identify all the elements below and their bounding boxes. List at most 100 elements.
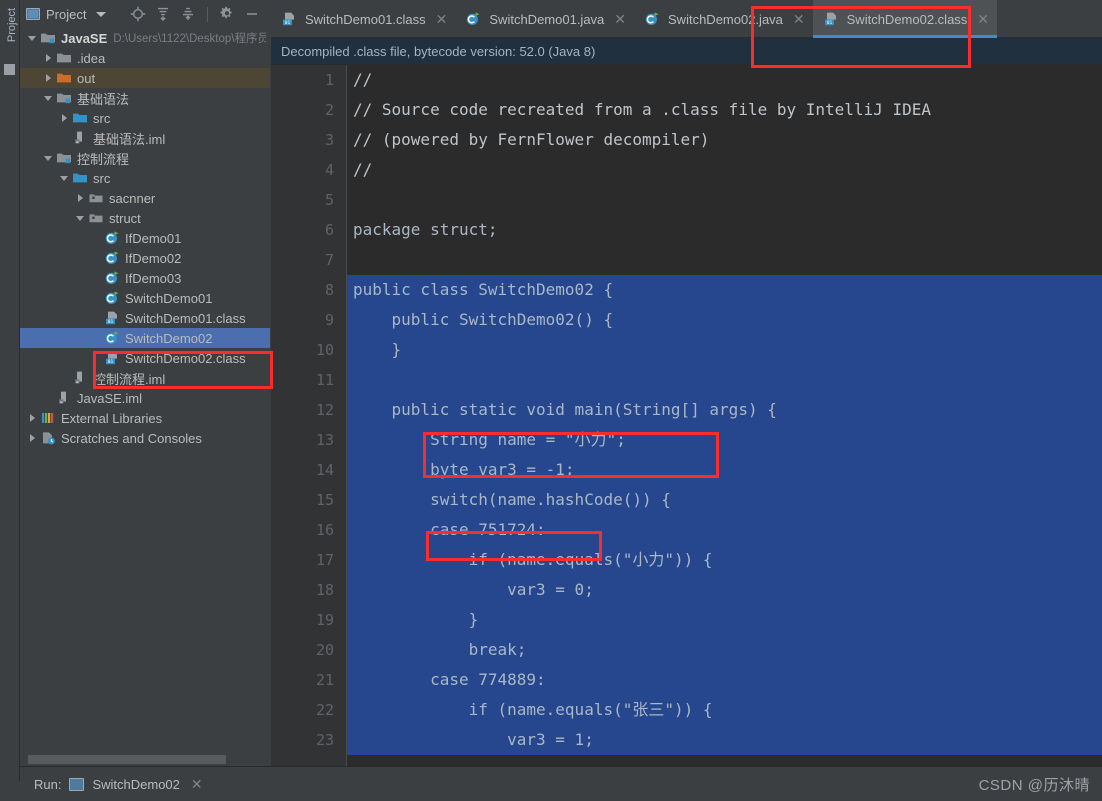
- tree-node-external-libraries[interactable]: External Libraries: [20, 408, 270, 428]
- tree-node-switchdemo02[interactable]: SwitchDemo02: [20, 328, 270, 348]
- tree-node-switchdemo01[interactable]: SwitchDemo01: [20, 288, 270, 308]
- tree-node-[interactable]: 基础语法: [20, 88, 270, 108]
- tree-node-out[interactable]: out: [20, 68, 270, 88]
- line-number-gutter: 1 2 3 4 5 6 7 8 9 10 11 12 13 14 15 16 17 18 19 20 21 22 23: [271, 65, 347, 766]
- tree-node-switchdemo01-class[interactable]: 01 SwitchDemo01.class: [20, 308, 270, 328]
- collapse-all-icon[interactable]: [180, 6, 196, 22]
- tree-node-label: 控制流程: [77, 151, 130, 167]
- close-icon[interactable]: ✕: [793, 12, 805, 26]
- chevron-down-icon[interactable]: [72, 208, 88, 228]
- chevron-right-icon[interactable]: [24, 428, 40, 448]
- minimize-icon[interactable]: [244, 6, 260, 22]
- run-config-name[interactable]: SwitchDemo02: [92, 777, 179, 792]
- code-line[interactable]: String name = "小力";: [347, 425, 1102, 455]
- code-line[interactable]: //: [347, 155, 1102, 185]
- code-line[interactable]: public static void main(String[] args) {: [347, 395, 1102, 425]
- class-file-icon: 01: [104, 310, 120, 326]
- code-line[interactable]: // (powered by FernFlower decompiler): [347, 125, 1102, 155]
- tree-node-label: Scratches and Consoles: [61, 430, 202, 446]
- chevron-right-icon[interactable]: [40, 48, 56, 68]
- tree-node-ifdemo01[interactable]: IfDemo01: [20, 228, 270, 248]
- module-folder-icon: [40, 30, 56, 46]
- svg-text:01: 01: [826, 20, 832, 26]
- code-line[interactable]: if (name.equals("张三")) {: [347, 695, 1102, 725]
- project-panel-title-group[interactable]: Project: [26, 7, 107, 22]
- tree-node-sacnner[interactable]: sacnner: [20, 188, 270, 208]
- tree-node-javase[interactable]: JavaSE D:\Users\1122\Desktop\程序员: [20, 28, 270, 48]
- svg-text:01: 01: [108, 319, 114, 325]
- code-line[interactable]: byte var3 = -1;: [347, 455, 1102, 485]
- code-line[interactable]: case 774889:: [347, 665, 1102, 695]
- chevron-down-icon[interactable]: [40, 148, 56, 168]
- code-line[interactable]: package struct;: [347, 215, 1102, 245]
- code-line[interactable]: public class SwitchDemo02 {: [347, 275, 1102, 305]
- project-tree[interactable]: JavaSE D:\Users\1122\Desktop\程序员 .idea out 基…: [20, 28, 270, 448]
- code-line[interactable]: [347, 245, 1102, 275]
- tree-node-label: JavaSE: [61, 30, 108, 46]
- line-number: 22: [315, 701, 334, 719]
- tree-node-ifdemo02[interactable]: IfDemo02: [20, 248, 270, 268]
- tree-node-scratches-and-consoles[interactable]: Scratches and Consoles: [20, 428, 270, 448]
- tree-node-ifdemo03[interactable]: IfDemo03: [20, 268, 270, 288]
- csdn-watermark: CSDN @历沐晴: [978, 777, 1090, 794]
- locate-icon[interactable]: [130, 6, 146, 22]
- chevron-down-icon[interactable]: [24, 28, 40, 48]
- code-content[interactable]: //// Source code recreated from a .class…: [347, 65, 1102, 766]
- tree-node-label: sacnner: [109, 190, 156, 206]
- tree-node-src[interactable]: src: [20, 168, 270, 188]
- code-line[interactable]: public SwitchDemo02() {: [347, 305, 1102, 335]
- chevron-right-icon[interactable]: [56, 108, 72, 128]
- editor-tab-switchdemo01-java[interactable]: SwitchDemo01.java ✕: [455, 0, 634, 38]
- line-number: 16: [315, 521, 334, 539]
- code-line[interactable]: [347, 185, 1102, 215]
- tree-node-iml[interactable]: 控制流程.iml: [20, 368, 270, 388]
- chevron-right-icon[interactable]: [72, 188, 88, 208]
- tree-node-path: D:\Users\1122\Desktop\程序员: [113, 33, 266, 45]
- code-line[interactable]: //: [347, 65, 1102, 95]
- chevron-down-icon[interactable]: [40, 88, 56, 108]
- expand-all-icon[interactable]: [155, 6, 171, 22]
- tree-node-struct[interactable]: struct: [20, 208, 270, 228]
- project-horizontal-scrollbar[interactable]: [20, 752, 270, 766]
- code-line[interactable]: switch(name.hashCode()) {: [347, 485, 1102, 515]
- chevron-down-icon[interactable]: [96, 11, 107, 17]
- code-line[interactable]: var3 = 1;: [347, 725, 1102, 755]
- code-line[interactable]: // Source code recreated from a .class f…: [347, 95, 1102, 125]
- editor-tab-switchdemo02-java[interactable]: SwitchDemo02.java ✕: [634, 0, 813, 38]
- tree-node-iml[interactable]: 基础语法.iml: [20, 128, 270, 148]
- code-line[interactable]: }: [347, 605, 1102, 635]
- code-line[interactable]: var3 = 0;: [347, 575, 1102, 605]
- code-line[interactable]: }: [347, 335, 1102, 365]
- editor-tab-label: SwitchDemo02.java: [668, 11, 783, 27]
- close-icon[interactable]: ✕: [977, 12, 989, 26]
- toolbar-divider: [207, 6, 208, 22]
- chevron-right-icon[interactable]: [40, 68, 56, 88]
- tree-node-label: SwitchDemo01.class: [125, 310, 246, 326]
- editor-tab-bar[interactable]: 01 SwitchDemo01.class ✕ SwitchDemo01.java ✕ S…: [271, 0, 1102, 38]
- line-number: 14: [315, 461, 334, 479]
- close-icon[interactable]: ✕: [436, 12, 448, 26]
- editor-tab-switchdemo02-class[interactable]: 01 SwitchDemo02.class ✕: [812, 0, 998, 38]
- chevron-down-icon[interactable]: [56, 168, 72, 188]
- code-line[interactable]: [347, 365, 1102, 395]
- code-line[interactable]: case 751724:: [347, 515, 1102, 545]
- tree-node-javase-iml[interactable]: JavaSE.iml: [20, 388, 270, 408]
- tree-node-switchdemo02-class[interactable]: 01 SwitchDemo02.class: [20, 348, 270, 368]
- line-number: 2: [324, 101, 334, 119]
- close-icon[interactable]: ✕: [191, 776, 203, 793]
- tree-node-[interactable]: 控制流程: [20, 148, 270, 168]
- chevron-right-icon[interactable]: [24, 408, 40, 428]
- scrollbar-thumb[interactable]: [28, 755, 226, 764]
- code-line[interactable]: break;: [347, 635, 1102, 665]
- gear-icon[interactable]: [219, 6, 235, 22]
- close-icon[interactable]: ✕: [614, 12, 626, 26]
- code-line[interactable]: if (name.equals("小力")) {: [347, 545, 1102, 575]
- tree-node-src[interactable]: src: [20, 108, 270, 128]
- iml-file-icon: [56, 390, 72, 406]
- editor-tab-switchdemo01-class[interactable]: 01 SwitchDemo01.class ✕: [271, 0, 455, 38]
- tree-node-idea[interactable]: .idea: [20, 48, 270, 68]
- project-vertical-tab[interactable]: Project: [3, 0, 21, 51]
- code-editor[interactable]: 1 2 3 4 5 6 7 8 9 10 11 12 13 14 15 16 17 18 19 20 21 22 23 //…: [271, 65, 1102, 766]
